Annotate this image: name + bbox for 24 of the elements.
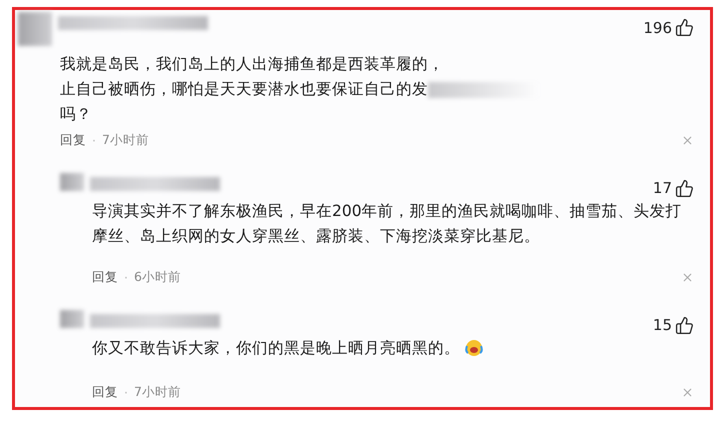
reply-link[interactable]: 回复 (92, 268, 118, 286)
comment-time: 7小时前 (134, 384, 181, 401)
comment-text: 导演其实并不了解东极渔民，早在200年前，那里的渔民就喝咖啡、抽雪茄、头发打 (92, 200, 682, 222)
comment-time: 7小时前 (102, 132, 149, 149)
thumbs-up-icon[interactable] (675, 316, 694, 335)
separator-dot-icon: · (124, 270, 128, 285)
comment-text: 你又不敢告诉大家，你们的黑是晚上晒月亮晒黑的。 (92, 338, 460, 359)
separator-dot-icon: · (92, 132, 96, 148)
blurred-avatar (60, 310, 84, 328)
comment-text: 止自己被晒伤，哪怕是天天要潜水也要保证自己的发 (60, 79, 428, 100)
like-count: 196 (643, 18, 672, 36)
comment-time: 6小时前 (134, 268, 181, 286)
reply-link[interactable]: 回复 (60, 132, 86, 149)
thumbs-up-icon[interactable] (675, 18, 694, 37)
separator-dot-icon: · (124, 385, 128, 400)
blurred-avatar (60, 172, 84, 191)
comment-text: 摩丝、岛上织网的女人穿黑丝、露脐装、下海挖淡菜穿比基尼。 (92, 226, 540, 247)
comment-text: 吗？ (60, 104, 92, 125)
reply-link[interactable]: 回复 (92, 384, 118, 401)
blurred-avatar (18, 12, 52, 46)
comment-text: 我就是岛民，我们岛上的人出海捕鱼都是西装革履的， (60, 54, 444, 75)
thumbs-up-icon[interactable] (675, 178, 694, 198)
like-count: 15 (652, 316, 672, 334)
like-count: 17 (652, 179, 672, 198)
